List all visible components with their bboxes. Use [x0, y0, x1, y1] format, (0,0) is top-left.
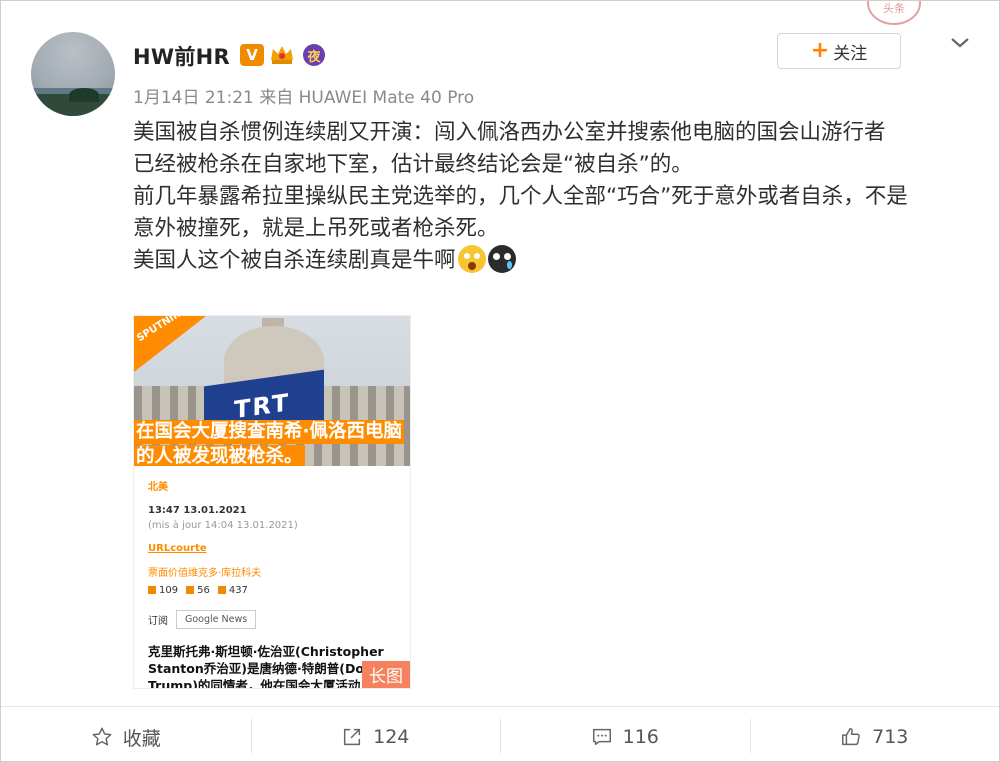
share-icon: [344, 728, 361, 746]
article-byline: 票面价值维克多·库拉科夫: [148, 568, 262, 579]
post-line: 美国被自杀惯例连续剧又开演：闯入佩洛西办公室并搜索他电脑的国会山游行者: [133, 120, 886, 145]
verified-icon[interactable]: V: [240, 44, 264, 66]
crying-face-icon: [487, 245, 516, 273]
headline-line: 在国会大厦搜查南希·佩洛西电脑: [134, 420, 405, 444]
chevron-down-icon[interactable]: [949, 35, 971, 51]
subscribe-row: 订阅 Google News: [148, 610, 403, 629]
favorite-button[interactable]: 收藏: [1, 713, 251, 761]
post-meta: 1月14日 21:21 来自 HUAWEI Mate 40 Pro: [133, 88, 475, 108]
comment-icon: [592, 728, 611, 746]
follow-button[interactable]: + 关注: [777, 33, 901, 69]
article-time: 13:47 13.01.2021: [148, 505, 247, 516]
reaction-item: 437: [217, 585, 248, 596]
long-image-tag: 长图: [362, 661, 410, 688]
capitol-photo: TRT SPUTNIK 在国会大厦搜查南希·佩洛西电脑 的人被发现被枪杀。: [134, 316, 410, 466]
plus-icon: +: [810, 38, 830, 63]
post-image[interactable]: TRT SPUTNIK 在国会大厦搜查南希·佩洛西电脑 的人被发现被枪杀。 北美…: [133, 315, 411, 689]
like-icon: [186, 586, 195, 594]
post-text: 美国被自杀惯例连续剧又开演：闯入佩洛西办公室并搜索他电脑的国会山游行者 已经被枪…: [133, 117, 983, 277]
divider: [1, 706, 999, 707]
comment-icon: [148, 586, 156, 594]
post-line-last: 美国人这个被自杀连续剧真是牛啊: [133, 245, 983, 277]
thumbs-up-icon: [842, 728, 860, 746]
image-headline: 在国会大厦搜查南希·佩洛西电脑 的人被发现被枪杀。: [134, 420, 410, 466]
reaction-item: 56: [186, 585, 210, 596]
shocked-face-icon: [457, 245, 486, 273]
post-line: 已经被枪杀在自家地下室，估计最终结论会是“被自杀”的。: [133, 152, 693, 177]
article-url: URLcourte: [148, 543, 207, 554]
watermark-stamp: 头条: [859, 1, 929, 29]
article-updated: (mis à jour 14:04 13.01.2021): [148, 520, 298, 531]
flag-text: TRT: [234, 388, 291, 425]
article-region: 北美: [148, 482, 168, 493]
article-body: 北美 13:47 13.01.2021 (mis à jour 14:04 13…: [148, 474, 403, 688]
night-mode-icon[interactable]: 夜: [303, 44, 325, 66]
action-bar: 收藏 124 116 713: [1, 713, 999, 761]
like-count: 713: [872, 726, 909, 748]
like-button[interactable]: 713: [749, 713, 1000, 761]
follow-label: 关注: [833, 43, 868, 64]
crown-icon[interactable]: [269, 44, 295, 66]
favorite-label: 收藏: [122, 727, 161, 750]
author-name[interactable]: HW前HR: [133, 41, 230, 71]
reaction-item: 109: [148, 585, 178, 596]
headline-line: 的人被发现被枪杀。: [134, 445, 305, 466]
repost-button[interactable]: 124: [250, 713, 501, 761]
google-news-button: Google News: [176, 610, 257, 629]
avatar[interactable]: [31, 32, 115, 116]
article-reactions: 109 56 437: [148, 585, 403, 596]
comment-count: 116: [622, 726, 659, 748]
comment-button[interactable]: 116: [500, 713, 750, 761]
subscribe-label: 订阅: [148, 616, 168, 627]
post-line: 前几年暴露希拉里操纵民主党选举的，几个人全部“巧合”死于意外或者自杀，不是: [133, 184, 908, 209]
post-line: 意外被撞死，就是上吊死或者枪杀死。: [133, 216, 499, 241]
share-icon: [217, 586, 226, 594]
repost-count: 124: [373, 726, 410, 748]
weibo-post-card: 头条 HW前HR V 夜 1月14日 21:21 来自 HUAWEI Mate …: [0, 0, 1000, 762]
post-line: 美国人这个被自杀连续剧真是牛啊: [133, 248, 456, 273]
star-icon: [92, 727, 112, 746]
